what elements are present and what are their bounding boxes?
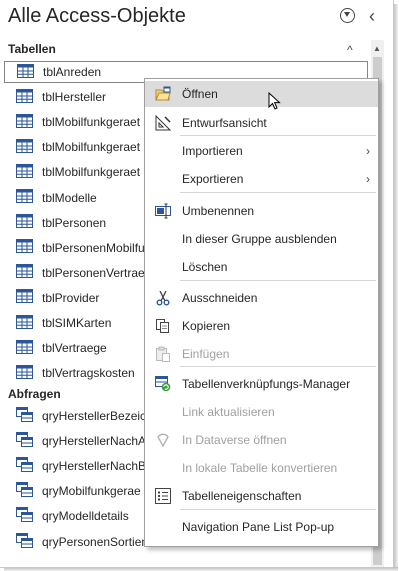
dropdown-circle-icon[interactable] (340, 8, 355, 23)
menu-item-in-dataverse-öffnen: In Dataverse öffnen (145, 427, 378, 453)
query-item-label: qryHerstellerNachB (42, 459, 147, 474)
table-item-label: tblHersteller (42, 90, 107, 105)
menu-item-tabellenverknüpfungs-manager[interactable]: Tabellenverknüpfungs-Manager (145, 371, 378, 397)
menu-item-importieren[interactable]: Importieren › (145, 138, 378, 164)
table-icon (16, 239, 33, 256)
menu-item-ausschneiden[interactable]: Ausschneiden (145, 285, 378, 311)
menu-item-tabelleneigenschaften[interactable]: Tabelleneigenschaften (145, 483, 378, 509)
submenu-chevron-icon: › (366, 172, 370, 186)
menu-item-umbenennen[interactable]: Umbenennen (145, 198, 378, 224)
group-header-queries[interactable]: Abfragen (8, 387, 61, 401)
table-item-label: tblPersonenVertrae (42, 265, 145, 280)
group-header-tables[interactable]: Tabellen (8, 42, 56, 56)
menu-item-öffnen[interactable]: Öffnen (145, 81, 378, 107)
dataverse-icon (155, 432, 171, 448)
menu-item-label: Exportieren (182, 172, 244, 186)
menu-item-label: Löschen (182, 260, 228, 274)
menu-item-label: Öffnen (182, 87, 218, 101)
menu-item-label: Link aktualisieren (182, 405, 275, 419)
query-icon (16, 432, 33, 450)
menu-item-einfügen: Einfügen (145, 341, 378, 367)
table-item-label: tblMobilfunkgeraet (42, 115, 141, 130)
copy-icon (155, 318, 171, 334)
query-item-label: qryModelldetails (42, 509, 129, 524)
table-item-label: tblMobilfunkgeraet (42, 140, 141, 155)
table-icon (16, 289, 33, 306)
table-item-label: tblSIMKarten (42, 316, 112, 330)
menu-item-label: Entwurfsansicht (182, 116, 267, 130)
query-icon (16, 482, 33, 500)
collapse-chevron-icon[interactable]: ‹ (369, 7, 375, 25)
menu-item-label: Kopieren (182, 319, 231, 333)
table-properties-icon (155, 488, 171, 504)
menu-item-label: Umbenennen (182, 204, 255, 218)
menu-item-label: Navigation Pane List Pop-up (182, 520, 335, 534)
menu-item-in-dieser-gruppe-ausblenden[interactable]: In dieser Gruppe ausblenden (145, 226, 378, 252)
menu-item-label: Ausschneiden (182, 291, 258, 305)
table-item-label: tblMobilfunkgeraet (42, 165, 141, 180)
context-menu: Öffnen Entwurfsansicht Importieren › Exporti… (144, 78, 379, 547)
query-item-label: qryHerstellerNachA (42, 434, 147, 449)
table-item-label: tblVertraege (42, 341, 107, 356)
table-icon (16, 214, 33, 231)
query-icon (16, 407, 33, 425)
scroll-up-arrow-icon[interactable]: ▲ (373, 44, 381, 53)
menu-item-in-lokale-tabelle-konvertieren: In lokale Tabelle konvertieren (145, 455, 378, 481)
table-icon (16, 314, 33, 332)
table-item-label: tblPersonenMobilfu (42, 240, 145, 255)
menu-item-label: In Dataverse öffnen (182, 433, 287, 447)
query-item-label: qryHerstellerBezeic (42, 409, 147, 423)
menu-item-navigation-pane-list-pop-up[interactable]: Navigation Pane List Pop-up (145, 514, 378, 540)
menu-item-exportieren[interactable]: Exportieren › (145, 166, 378, 192)
cut-icon (155, 290, 171, 306)
submenu-chevron-icon: › (366, 144, 370, 158)
menu-item-label: Importieren (182, 144, 243, 158)
menu-item-kopieren[interactable]: Kopieren (145, 313, 378, 339)
table-icon (16, 339, 33, 357)
rename-icon (155, 203, 171, 219)
menu-item-label: In dieser Gruppe ausblenden (182, 232, 337, 246)
pane-title-controls: ‹ (340, 7, 375, 25)
table-item-label: tblPersonen (42, 215, 107, 230)
menu-item-entwurfsansicht[interactable]: Entwurfsansicht (145, 110, 378, 136)
menu-item-label: In lokale Tabelle konvertieren (182, 461, 338, 475)
table-item-label: tblVertragskosten (42, 366, 135, 381)
menu-item-link-aktualisieren: Link aktualisieren (145, 399, 378, 425)
chevron-up-icon[interactable]: ^ (347, 43, 353, 57)
design-view-icon (155, 114, 172, 131)
menu-separator (180, 192, 376, 193)
mouse-cursor-icon (268, 92, 281, 110)
paste-icon (155, 346, 171, 362)
query-icon (16, 532, 33, 551)
menu-item-label: Tabelleneigenschaften (182, 489, 302, 503)
table-item-label: tblModelle (42, 190, 97, 205)
menu-separator (180, 509, 376, 510)
table-icon (16, 138, 33, 156)
table-icon (16, 113, 33, 131)
pane-title: Alle Access-Objekte (8, 5, 186, 27)
menu-item-label: Einfügen (182, 347, 230, 361)
menu-item-label: Tabellenverknüpfungs-Manager (182, 377, 351, 391)
query-icon (16, 507, 33, 525)
menu-separator (180, 366, 376, 367)
table-icon (17, 63, 34, 81)
table-icon (16, 88, 33, 106)
query-item-label: qryMobilfunkgerae (42, 484, 141, 499)
table-icon (16, 163, 33, 181)
open-icon (155, 86, 171, 102)
menu-separator (180, 280, 376, 281)
menu-separator (180, 135, 376, 136)
table-item-label: tblProvider (42, 290, 100, 305)
table-icon (16, 189, 33, 206)
menu-item-löschen[interactable]: Löschen (145, 254, 378, 280)
query-item-label: qryPersonenSortien (42, 534, 149, 549)
table-item-label: tblAnreden (43, 65, 102, 79)
linked-table-manager-icon (155, 376, 171, 392)
table-icon (16, 264, 33, 281)
table-icon (16, 364, 33, 382)
query-icon (16, 457, 33, 475)
